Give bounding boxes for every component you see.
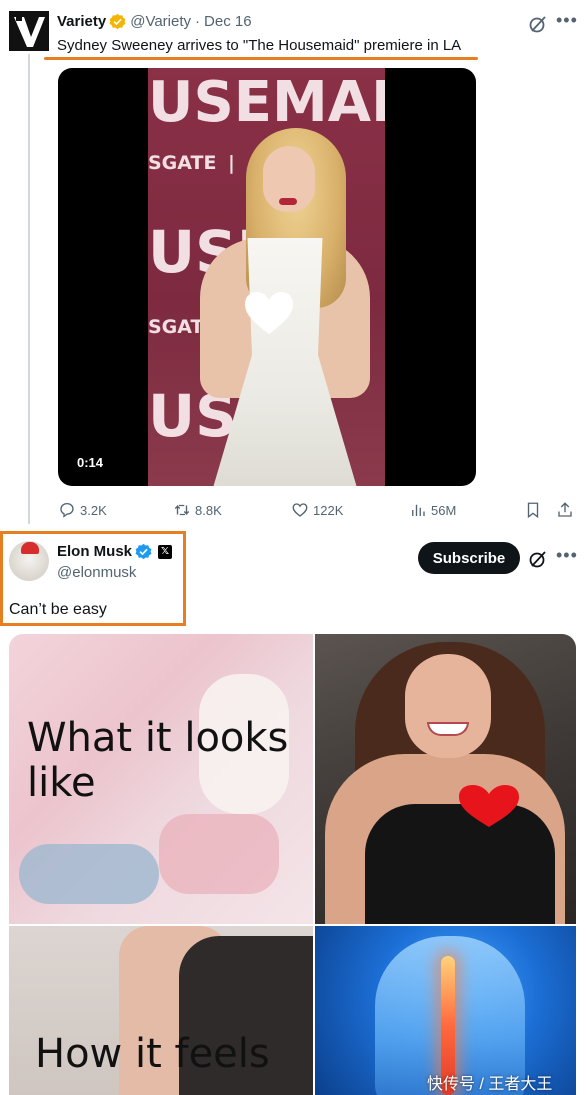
quoted-author-name[interactable]: Variety xyxy=(57,13,106,30)
gold-check-icon xyxy=(109,13,126,30)
main-author-name[interactable]: Elon Musk xyxy=(57,543,132,560)
meme-panel-top-right xyxy=(315,634,576,924)
woman-face xyxy=(405,654,491,758)
white-heart-censor-icon xyxy=(245,292,293,334)
share-icon xyxy=(558,502,572,517)
red-heart-censor-icon xyxy=(459,785,519,827)
meme-caption-bottom: How it feels xyxy=(35,1031,270,1077)
tweet-video[interactable]: USEMAID SGATE | USEI SGAT USE 0:14 xyxy=(58,68,476,486)
video-duration: 0:14 xyxy=(77,455,104,470)
retweet-count: 8.8K xyxy=(195,502,222,518)
highlight-underline xyxy=(44,57,478,60)
meme-caption-top: What it looks like xyxy=(27,715,289,806)
watermark-text: 快传号 / 王者大王 xyxy=(427,1076,553,1093)
bookmark-icon xyxy=(527,502,539,519)
subscribe-button[interactable]: Subscribe xyxy=(418,542,520,574)
views-count: 56M xyxy=(431,502,457,518)
views-button[interactable]: 56M xyxy=(409,499,456,521)
quoted-author-handle[interactable]: @Variety xyxy=(130,13,191,30)
meme-image[interactable]: What it looks like How it feels xyxy=(9,634,576,1095)
quoted-tweet-date[interactable]: Dec 16 xyxy=(204,13,252,30)
figure-lips xyxy=(279,198,297,205)
variety-avatar[interactable] xyxy=(9,11,49,51)
grok-icon[interactable] xyxy=(528,549,548,569)
retweet-button[interactable]: 8.8K xyxy=(173,499,222,521)
like-button[interactable]: 122K xyxy=(291,499,343,521)
dot-separator: · xyxy=(195,13,201,30)
reply-count: 3.2K xyxy=(80,502,107,518)
like-count: 122K xyxy=(313,502,344,518)
backdrop-text-1: USEMAID xyxy=(148,70,385,135)
quoted-tweet-text: Sydney Sweeney arrives to "The Housemaid… xyxy=(57,37,462,54)
share-button[interactable] xyxy=(556,499,578,521)
retweet-icon xyxy=(174,504,190,516)
backdrop-text-5: SGAT xyxy=(148,316,204,338)
santa-hat-icon xyxy=(21,542,39,554)
blue-check-icon xyxy=(135,543,152,560)
decor-shape xyxy=(159,814,279,894)
tweet-actions-bar: 3.2K 8.8K 122K 56M xyxy=(58,499,576,521)
main-tweet-text: Can’t be easy xyxy=(9,601,107,618)
more-icon[interactable]: ••• xyxy=(556,545,578,566)
backdrop-text-3: | xyxy=(228,152,235,174)
main-tweet-header: Elon Musk 𝕏 xyxy=(57,543,173,560)
grok-icon[interactable] xyxy=(528,14,548,34)
more-icon[interactable]: ••• xyxy=(556,10,578,31)
reply-button[interactable]: 3.2K xyxy=(58,499,107,521)
variety-logo-icon xyxy=(9,11,49,51)
decor-shape xyxy=(19,844,159,904)
thread-line xyxy=(28,54,30,524)
x-logo-icon: 𝕏 xyxy=(158,544,173,559)
reply-icon xyxy=(60,502,74,518)
heart-icon xyxy=(292,503,308,517)
video-frame: USEMAID SGATE | USEI SGAT USE xyxy=(148,68,385,486)
quoted-tweet-header: Variety @Variety · Dec 16 xyxy=(57,13,252,30)
backdrop-text-2: SGATE xyxy=(148,152,217,174)
bookmark-button[interactable] xyxy=(524,499,546,521)
views-chart-icon xyxy=(412,504,425,516)
main-author-handle[interactable]: @elonmusk xyxy=(57,564,136,581)
elon-avatar[interactable] xyxy=(9,541,49,581)
